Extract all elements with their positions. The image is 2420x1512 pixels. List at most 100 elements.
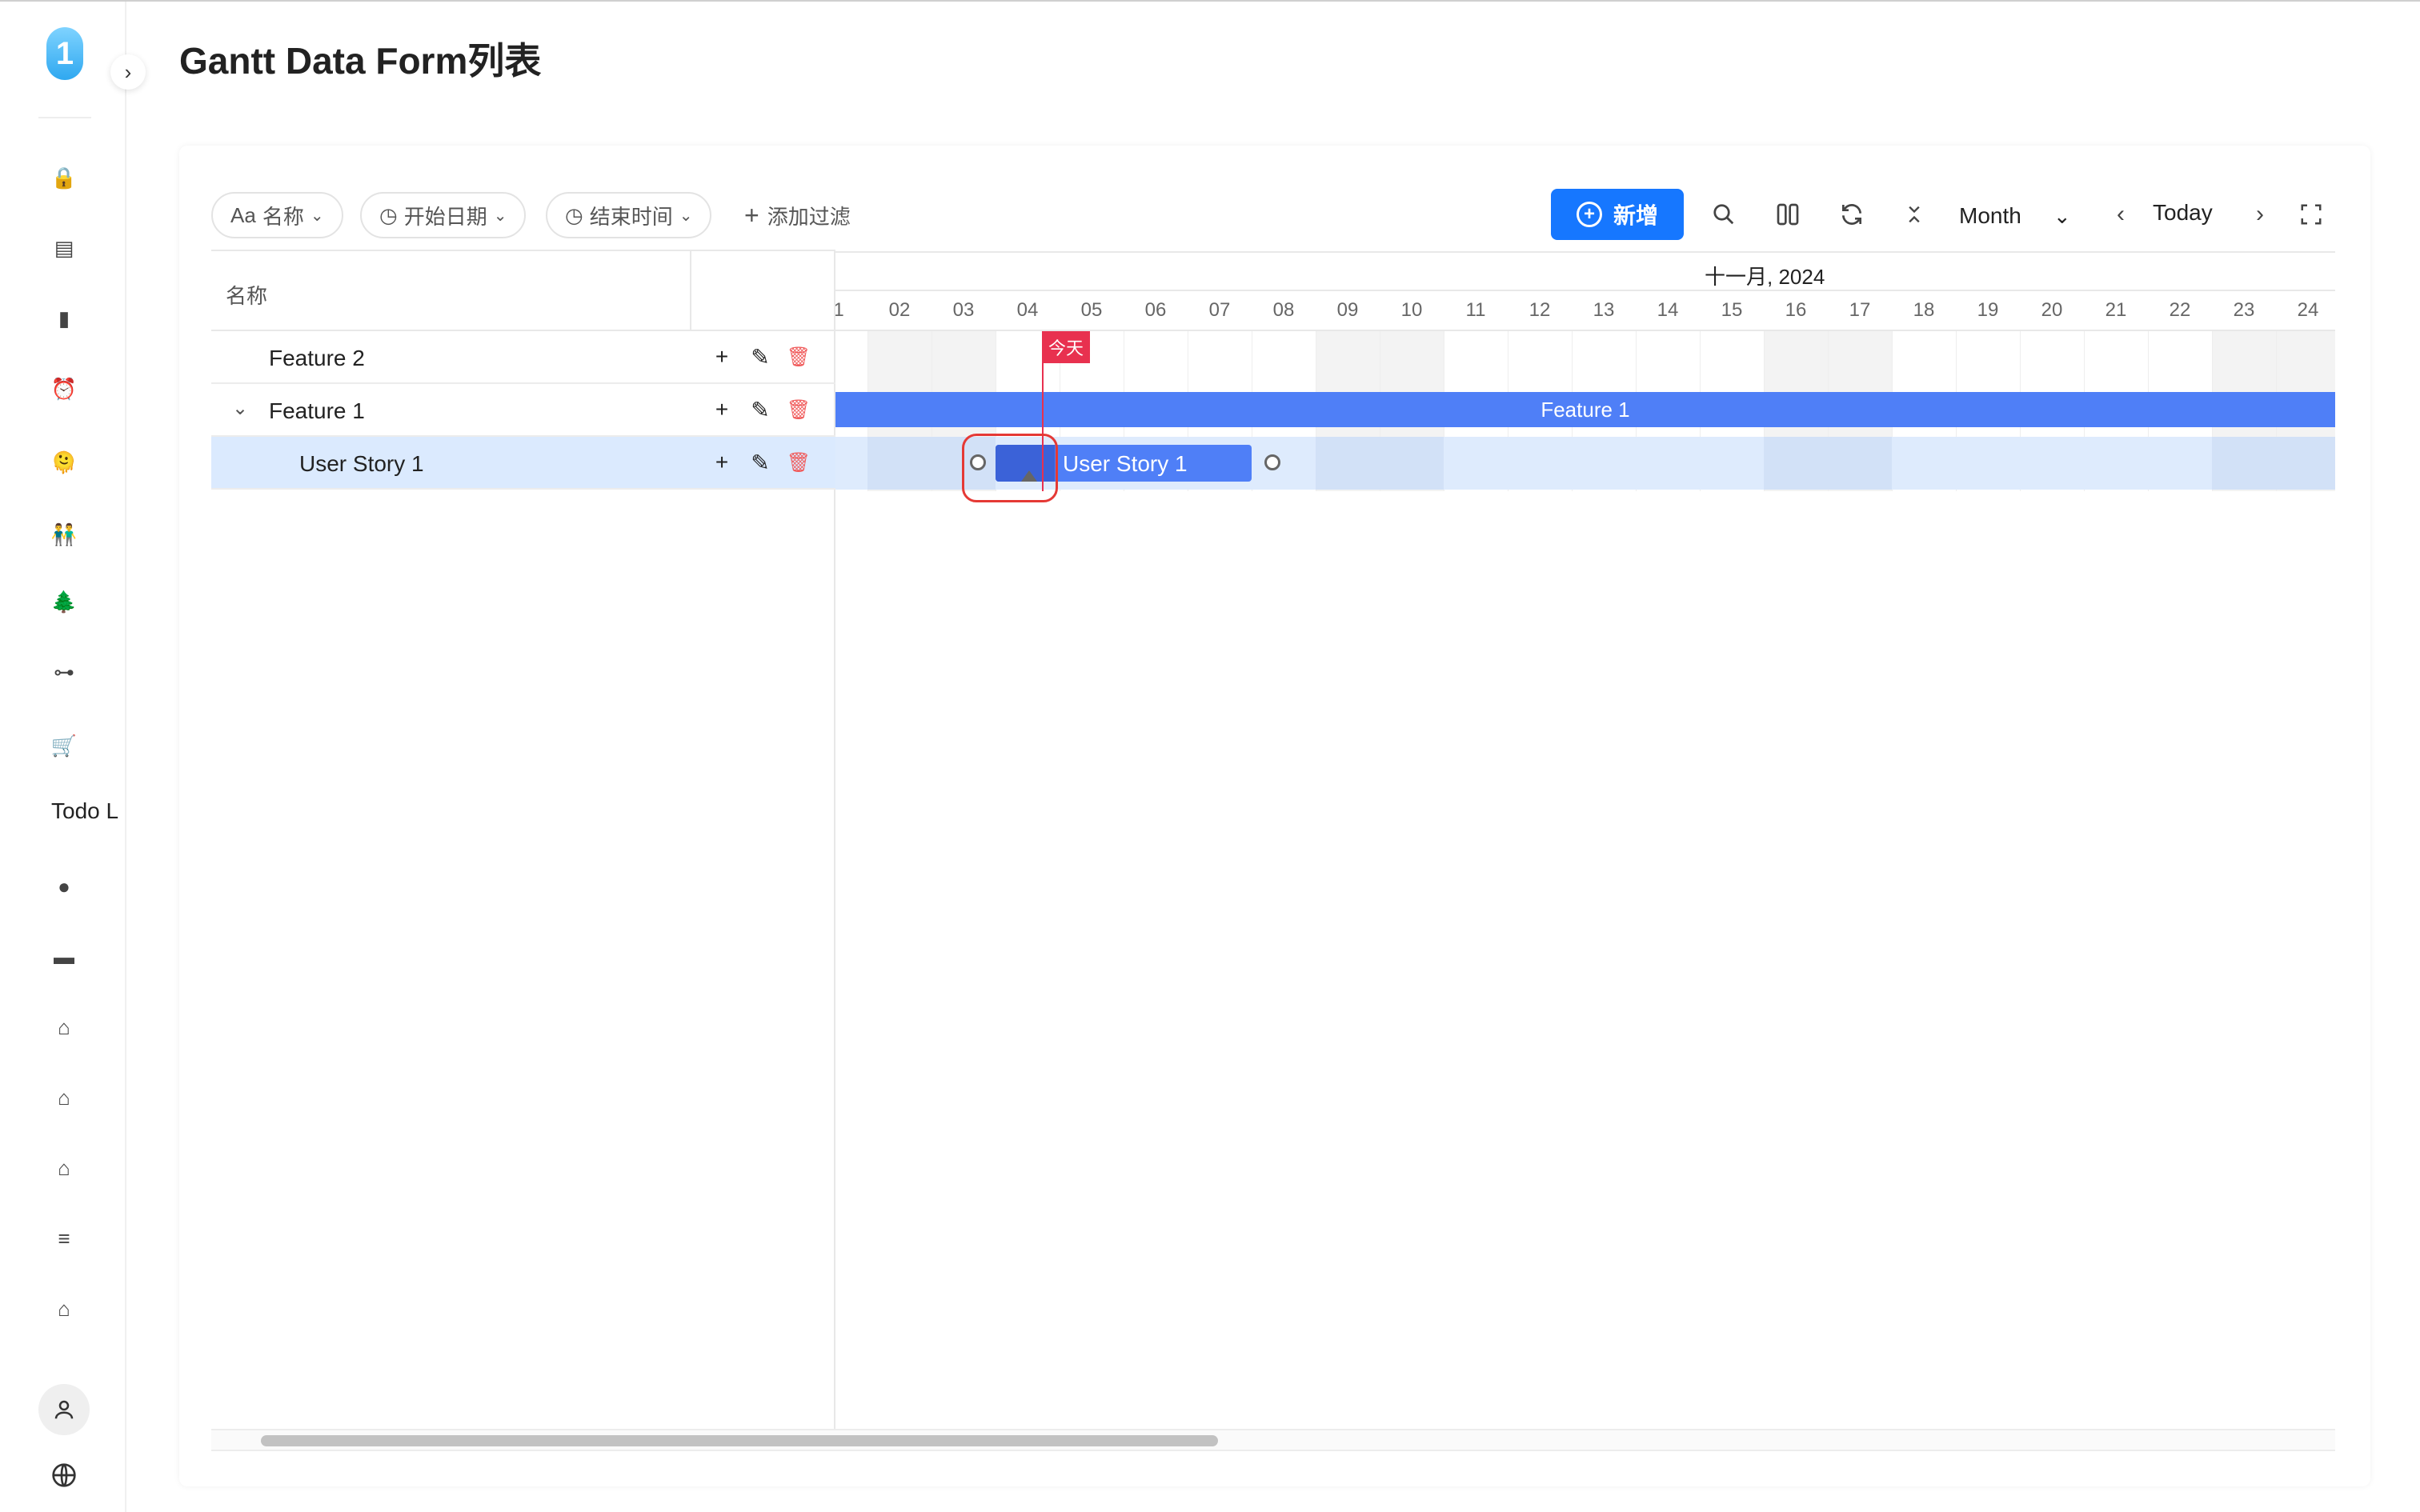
scrollbar-thumb[interactable] bbox=[261, 1435, 1218, 1446]
prev-icon[interactable]: ‹ bbox=[2101, 195, 2140, 234]
search-icon[interactable] bbox=[1705, 195, 1743, 234]
day-label: 13 bbox=[1593, 299, 1615, 321]
selected-weekend-cell bbox=[1380, 437, 1444, 490]
day-label: 10 bbox=[1400, 299, 1423, 321]
selected-weekend-cell bbox=[2276, 437, 2335, 490]
table-row[interactable]: User Story 1 + ✎ 🗑 bbox=[211, 437, 835, 490]
emoji-icon[interactable]: 🫠 bbox=[45, 443, 83, 482]
edit-icon[interactable]: ✎ bbox=[746, 448, 775, 477]
add-filter-button[interactable]: + 添加过滤 bbox=[744, 197, 851, 234]
chevron-down-icon: ⌄ bbox=[2053, 203, 2071, 228]
lock-icon[interactable]: 🔒 bbox=[45, 158, 83, 197]
day-label: 12 bbox=[1529, 299, 1551, 321]
month-label: 十一月, 2024 bbox=[1705, 265, 1825, 289]
gantt-timeline: 十一月, 2024 1 02 03 04 05 06 07 08 09 10 11 12 13 14 15 1… bbox=[835, 250, 2335, 1429]
clock-icon[interactable]: ⏰ bbox=[45, 370, 83, 408]
day-label: 22 bbox=[2169, 299, 2191, 321]
day-label: 17 bbox=[1849, 299, 1871, 321]
home-icon[interactable]: ⌂ bbox=[45, 1149, 83, 1187]
delete-icon[interactable]: 🗑 bbox=[784, 448, 813, 477]
day-label: 08 bbox=[1272, 299, 1295, 321]
chevron-down-icon[interactable]: ⌄ bbox=[232, 397, 248, 420]
selected-weekend-cell bbox=[1316, 437, 1380, 490]
add-subtask-icon[interactable]: + bbox=[707, 342, 736, 371]
logo-text: 1 bbox=[55, 35, 74, 71]
home-outline-icon[interactable]: ⌂ bbox=[45, 1290, 83, 1328]
sidebar-divider bbox=[38, 117, 91, 118]
day-label: 03 bbox=[952, 299, 975, 321]
horizontal-scrollbar[interactable] bbox=[211, 1429, 2335, 1451]
day-label: 1 bbox=[835, 299, 844, 321]
highlight-annotation bbox=[962, 434, 1058, 502]
task-bar-label: User Story 1 bbox=[1063, 451, 1188, 476]
today-button[interactable]: Today bbox=[2153, 200, 2213, 226]
day-label: 24 bbox=[2297, 299, 2319, 321]
people-icon[interactable]: 👬 bbox=[45, 515, 83, 554]
clock-icon: ◷ bbox=[379, 202, 398, 227]
column-divider[interactable] bbox=[690, 251, 691, 331]
fullscreen-icon[interactable] bbox=[2292, 195, 2330, 234]
add-subtask-icon[interactable]: + bbox=[707, 448, 736, 477]
edit-icon[interactable]: ✎ bbox=[746, 395, 775, 424]
refresh-icon[interactable] bbox=[1833, 195, 1871, 234]
task-bar-feature-1[interactable]: Feature 1 bbox=[835, 392, 2335, 427]
column-header-name: 名称 bbox=[226, 284, 268, 308]
text-type-icon: Aa bbox=[230, 202, 256, 227]
home-icon[interactable]: ⌂ bbox=[45, 1008, 83, 1046]
day-label: 20 bbox=[2041, 299, 2063, 321]
day-label: 15 bbox=[1721, 299, 1743, 321]
add-filter-label: 添加过滤 bbox=[767, 204, 851, 229]
filter-chip-name[interactable]: Aa 名称 ⌄ bbox=[211, 192, 343, 238]
tree-icon[interactable]: 🌲 bbox=[45, 582, 83, 621]
day-label: 04 bbox=[1016, 299, 1039, 321]
day-label: 16 bbox=[1785, 299, 1807, 321]
task-name: Feature 1 bbox=[269, 398, 365, 423]
new-button[interactable]: + 新增 bbox=[1551, 189, 1684, 240]
add-subtask-icon[interactable]: + bbox=[707, 395, 736, 424]
window-top-border bbox=[0, 0, 2420, 2]
delete-icon[interactable]: 🗑 bbox=[784, 342, 813, 371]
task-name: Feature 2 bbox=[269, 346, 365, 370]
globe-ball-icon[interactable]: ● bbox=[45, 867, 83, 906]
day-label: 11 bbox=[1465, 299, 1486, 321]
filter-label: 结束时间 bbox=[589, 204, 673, 229]
day-label: 14 bbox=[1657, 299, 1679, 321]
grid-header: 名称 bbox=[211, 250, 835, 331]
columns-icon[interactable] bbox=[1769, 195, 1807, 234]
chevron-right-icon[interactable]: › bbox=[110, 54, 146, 90]
delete-icon[interactable]: 🗑 bbox=[784, 395, 813, 424]
table-row[interactable]: ⌄ Feature 1 + ✎ 🗑 bbox=[211, 384, 835, 437]
bottle-icon[interactable]: ▮ bbox=[45, 299, 83, 338]
sidebar: 1 🔒 ▤ ▮ ⏰ 🫠 👬 🌲 ⊶ 🛒 ● ▬ ⌂ ⌂ ⌂ ≡ ⌂ Todo L bbox=[0, 2, 126, 1512]
sidebar-item-todo[interactable]: Todo L bbox=[51, 798, 118, 824]
view-mode-select[interactable]: Month ⌄ bbox=[1959, 198, 2071, 234]
timeline-month-header: 十一月, 2024 bbox=[835, 251, 2335, 291]
day-label: 23 bbox=[2233, 299, 2255, 321]
edit-icon[interactable]: ✎ bbox=[746, 342, 775, 371]
app-logo[interactable]: 1 bbox=[46, 27, 83, 80]
flow-icon[interactable]: ⊶ bbox=[45, 653, 83, 691]
menu-icon[interactable]: ≡ bbox=[45, 1219, 83, 1258]
ledger-icon[interactable]: ▤ bbox=[45, 229, 83, 267]
folder-icon[interactable]: ▬ bbox=[45, 938, 83, 976]
selected-weekend-cell bbox=[2212, 437, 2276, 490]
selected-weekend-cell bbox=[1828, 437, 1892, 490]
chevron-down-icon: ⌄ bbox=[493, 206, 507, 225]
selected-weekend-cell bbox=[1764, 437, 1828, 490]
chevron-down-icon: ⌄ bbox=[679, 206, 693, 225]
filter-chip-end-time[interactable]: ◷ 结束时间 ⌄ bbox=[546, 192, 712, 238]
next-icon[interactable]: › bbox=[2241, 195, 2279, 234]
home-icon[interactable]: ⌂ bbox=[45, 1078, 83, 1117]
globe-icon[interactable] bbox=[45, 1456, 83, 1494]
filter-chip-start-date[interactable]: ◷ 开始日期 ⌄ bbox=[360, 192, 527, 238]
task-name: User Story 1 bbox=[299, 451, 424, 476]
cart-icon[interactable]: 🛒 bbox=[45, 726, 83, 765]
collapse-all-icon[interactable] bbox=[1895, 195, 1933, 234]
today-marker-tag: 今天 bbox=[1042, 331, 1091, 363]
table-row[interactable]: Feature 2 + ✎ 🗑 bbox=[211, 331, 835, 384]
link-end-handle[interactable] bbox=[1264, 454, 1280, 470]
page-title: Gantt Data Form列表 bbox=[179, 40, 542, 82]
day-label: 18 bbox=[1913, 299, 1935, 321]
clock-icon: ◷ bbox=[565, 202, 583, 227]
user-icon[interactable] bbox=[38, 1384, 90, 1435]
